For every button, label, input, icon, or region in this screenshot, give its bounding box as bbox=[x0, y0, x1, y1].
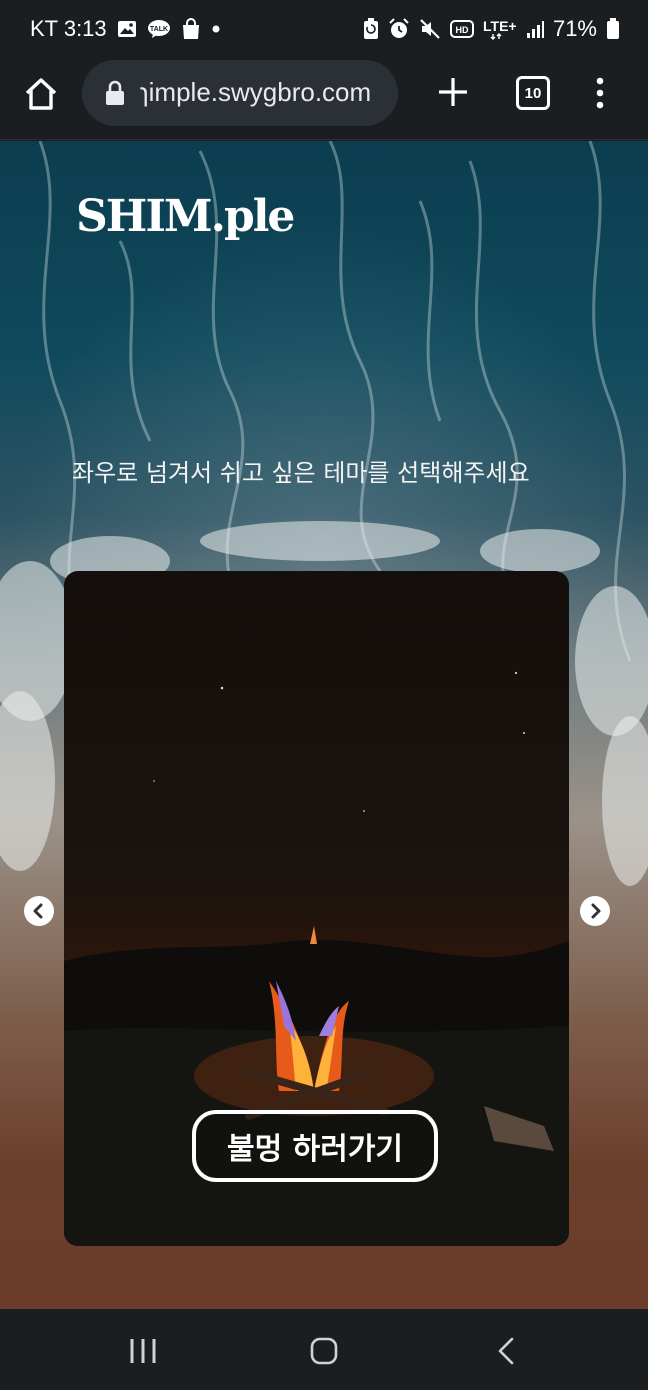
site-logo[interactable]: SHIM.ple bbox=[76, 191, 295, 242]
cta-button[interactable]: 불멍 하러가기 bbox=[192, 1110, 438, 1182]
shopping-bag-icon bbox=[181, 18, 201, 40]
more-vert-icon[interactable] bbox=[592, 76, 608, 110]
home-nav-icon[interactable] bbox=[309, 1337, 339, 1369]
plus-icon[interactable] bbox=[436, 75, 470, 109]
instruction-text: 좌우로 넘겨서 쉬고 싶은 테마를 선택해주세요 bbox=[72, 459, 530, 487]
battery-icon bbox=[606, 18, 620, 40]
status-bar: KT 3:13 TALK HD LTE+ 71% bbox=[0, 0, 648, 58]
svg-text:HD: HD bbox=[455, 25, 468, 35]
lock-icon[interactable] bbox=[104, 80, 126, 106]
status-right: HD LTE+ 71% bbox=[363, 16, 620, 42]
chevron-left-icon[interactable] bbox=[24, 896, 54, 926]
recent-apps-icon[interactable] bbox=[128, 1337, 158, 1369]
battery-saver-icon bbox=[363, 18, 379, 40]
hd-icon: HD bbox=[449, 20, 474, 38]
system-nav-bar bbox=[0, 1309, 648, 1390]
carrier-time: KT 3:13 bbox=[30, 16, 107, 41]
theme-card[interactable]: 불멍 하러가기 bbox=[64, 571, 569, 1246]
address-bar[interactable]: ɿimple.swygbro.com bbox=[82, 60, 398, 126]
tabs-icon[interactable]: 10 bbox=[516, 76, 550, 110]
mute-icon bbox=[419, 18, 441, 40]
page-content: SHIM.ple 좌우로 넘겨서 쉬고 싶은 테마를 선택해주세요 불멍 하러가… bbox=[0, 141, 648, 1309]
signal-icon bbox=[526, 20, 544, 38]
network-label: LTE+ bbox=[483, 18, 517, 34]
status-left: KT 3:13 TALK bbox=[30, 16, 221, 42]
network-type: LTE+ bbox=[483, 18, 517, 40]
tab-count: 10 bbox=[524, 84, 542, 102]
gallery-icon bbox=[117, 19, 137, 39]
dot-icon bbox=[211, 24, 221, 34]
battery-percent: 71% bbox=[552, 16, 597, 41]
alarm-icon bbox=[388, 18, 410, 40]
chevron-right-icon[interactable] bbox=[580, 896, 610, 926]
url-text[interactable]: ɿimple.swygbro.com bbox=[140, 77, 371, 108]
browser-toolbar: ɿimple.swygbro.com 10 bbox=[0, 58, 648, 140]
svg-text:TALK: TALK bbox=[150, 26, 168, 33]
talk-icon: TALK bbox=[147, 19, 171, 39]
back-icon[interactable] bbox=[494, 1337, 518, 1369]
home-icon[interactable] bbox=[22, 75, 60, 113]
